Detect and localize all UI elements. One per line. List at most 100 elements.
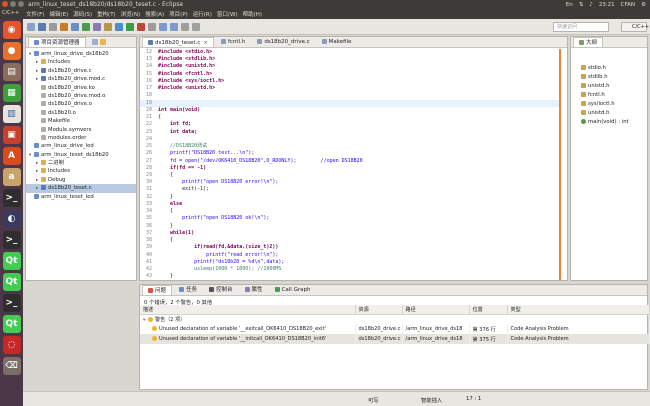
code-line[interactable]: 28 if(fd == -1) (140, 165, 560, 172)
writer-icon[interactable]: ▥ (2, 105, 21, 123)
close-window-icon[interactable] (2, 1, 8, 7)
tree-item[interactable]: Makefile (26, 117, 136, 125)
tree-item[interactable]: ▸ ds18b20_drive.mod.c (26, 75, 136, 83)
column-header[interactable]: 描述 (140, 305, 356, 315)
outline-item[interactable]: main(void) : int (571, 118, 647, 127)
new-source-icon[interactable] (82, 22, 90, 31)
menu-navigate[interactable]: 浏览(N) (121, 10, 140, 18)
table-row[interactable]: Unused declaration of variable '__exitca… (140, 324, 650, 334)
problems-tab[interactable]: 属性 (240, 285, 268, 295)
tree-item[interactable]: modules.order (26, 134, 136, 142)
menu-source[interactable]: 源码(S) (73, 10, 92, 18)
code-line[interactable]: 22 int fd; (140, 121, 560, 128)
search-icon[interactable] (148, 22, 156, 31)
tab-project-explorer[interactable]: 项目资源管理器 (28, 37, 86, 47)
link-editor-icon[interactable] (99, 39, 106, 45)
column-header[interactable]: 位置 (469, 305, 508, 315)
problems-tab[interactable]: 任务 (174, 285, 202, 295)
code-area[interactable]: 12 #include <stdio.h> 13 #include <stdlib.h… (140, 49, 560, 280)
editor-tab[interactable]: ds18b20_teset.c × (142, 37, 214, 47)
impress-icon[interactable]: ▣ (2, 126, 21, 144)
close-tab-icon[interactable]: × (203, 40, 208, 46)
print-icon[interactable] (49, 22, 57, 31)
problems-tab[interactable]: Call Graph (270, 285, 316, 295)
app-icon-red[interactable]: ◌ (2, 336, 21, 354)
back-icon[interactable] (181, 22, 189, 31)
overview-ruler[interactable] (559, 49, 561, 280)
maximize-window-icon[interactable] (18, 1, 24, 7)
code-line[interactable]: 18 (140, 92, 560, 99)
editor-tab[interactable]: fcntl.h (216, 37, 250, 47)
network-icon[interactable]: ⇅ (579, 2, 584, 8)
code-line[interactable]: 34 { (140, 208, 560, 215)
menu-refactor[interactable]: 重构(T) (97, 10, 116, 18)
code-line[interactable]: 26 printf("DS18B20 test...\n"); (140, 150, 560, 157)
column-header[interactable]: 路径 (402, 305, 470, 315)
collapse-all-icon[interactable] (91, 39, 98, 45)
menu-help[interactable]: 帮助(H) (243, 10, 262, 18)
problems-tab[interactable]: 问题 (142, 285, 173, 295)
save-icon[interactable] (38, 22, 46, 31)
code-line[interactable]: 33 else (140, 201, 560, 208)
tree-item[interactable]: ▾ arm_linux_drive_ds18b20 (26, 50, 136, 58)
warning-group-row[interactable]: ▾ 警告（2 项） (140, 314, 650, 324)
code-line[interactable]: 29 { (140, 172, 560, 179)
menu-search[interactable]: 搜索(A) (145, 10, 164, 18)
tree-item[interactable]: arm_linux_drive_led (26, 142, 136, 150)
outline-item[interactable]: stdio.h (571, 64, 647, 73)
terminal-icon-3[interactable]: >_ (2, 294, 21, 312)
tree-item[interactable]: ▸ 二进制 (26, 159, 136, 167)
power-gear-icon[interactable]: ⚙ (641, 2, 646, 8)
tree-item[interactable]: arm_linux_teset_led (26, 193, 136, 201)
column-header[interactable]: 资源 (355, 305, 403, 315)
minimize-window-icon[interactable] (10, 1, 16, 7)
tree-item[interactable]: Module.symvers (26, 126, 136, 134)
new-icon[interactable] (27, 22, 35, 31)
outline-item[interactable]: sys/ioctl.h (571, 100, 647, 109)
code-line[interactable]: 39 if(read(fd,&data,(size_t)2)) (140, 244, 560, 251)
perspective-button[interactable]: C/C++ (621, 22, 649, 32)
code-line[interactable]: 41 printf("ds18b20 = %d\n",data); (140, 259, 560, 266)
ubuntu-dash-icon[interactable]: ◉ (2, 21, 21, 39)
calc-icon[interactable]: ▦ (2, 84, 21, 102)
code-line[interactable]: 13 #include <stdlib.h> (140, 56, 560, 63)
code-line[interactable]: 43 } (140, 273, 560, 280)
software-center-icon[interactable]: A (2, 147, 21, 165)
tree-item[interactable]: ▸ ds18b20_drive.c (26, 67, 136, 75)
code-line[interactable]: 24 (140, 136, 560, 143)
code-line[interactable]: 14 #include <unistd.h> (140, 63, 560, 70)
tree-item[interactable]: ▾ arm_linux_teset_ds18b20 (26, 151, 136, 159)
code-line[interactable]: 19 (140, 99, 560, 107)
column-header[interactable]: 类型 (507, 305, 650, 315)
build-icon[interactable] (60, 22, 68, 31)
code-line[interactable]: 25 //DS18B20测试 (140, 143, 560, 150)
keyboard-lang-indicator[interactable]: En (566, 2, 573, 8)
firefox-icon[interactable]: ● (2, 42, 21, 60)
code-line[interactable]: 31 exit(-1); (140, 186, 560, 193)
menu-run[interactable]: 运行(R) (193, 10, 212, 18)
code-line[interactable]: 17 #include <unistd.h> (140, 85, 560, 92)
code-line[interactable]: 35 printf("open DS18B20 ok!\n"); (140, 215, 560, 222)
code-line[interactable]: 37 while(1) (140, 230, 560, 237)
run-icon[interactable] (126, 22, 134, 31)
tree-item[interactable]: ▸ Debug (26, 176, 136, 184)
code-line[interactable]: 40 printf("read error!\n"); (140, 252, 560, 259)
menu-project[interactable]: 项目(P) (169, 10, 188, 18)
terminal-icon-2[interactable]: >_ (2, 231, 21, 249)
menu-file[interactable]: 文件(F) (26, 10, 44, 18)
prev-annotation-icon[interactable] (170, 22, 178, 31)
code-line[interactable]: 42 usleep(1000 * 1000); //1000MS (140, 266, 560, 273)
terminal-icon[interactable]: >_ (2, 189, 21, 207)
tree-item[interactable]: ds18b20.o (26, 109, 136, 117)
problems-tab[interactable]: 控制台 (204, 285, 238, 295)
editor-tab[interactable]: ds18b20_drive.c (252, 37, 314, 47)
code-line[interactable]: 15 #include <fcntl.h> (140, 71, 560, 78)
table-row[interactable]: Unused declaration of variable '__initca… (140, 334, 650, 344)
code-line[interactable]: 20 int main(void) (140, 107, 560, 114)
outline-item[interactable]: unistd.h (571, 82, 647, 91)
outline-item[interactable]: stdlib.h (571, 73, 647, 82)
code-line[interactable]: 30 printf("open DS18B20 error!\n"); (140, 179, 560, 186)
code-line[interactable]: 12 #include <stdio.h> (140, 49, 560, 56)
trash-icon[interactable]: ⌫ (2, 357, 21, 375)
editor-tab[interactable]: Makefile (317, 37, 357, 47)
